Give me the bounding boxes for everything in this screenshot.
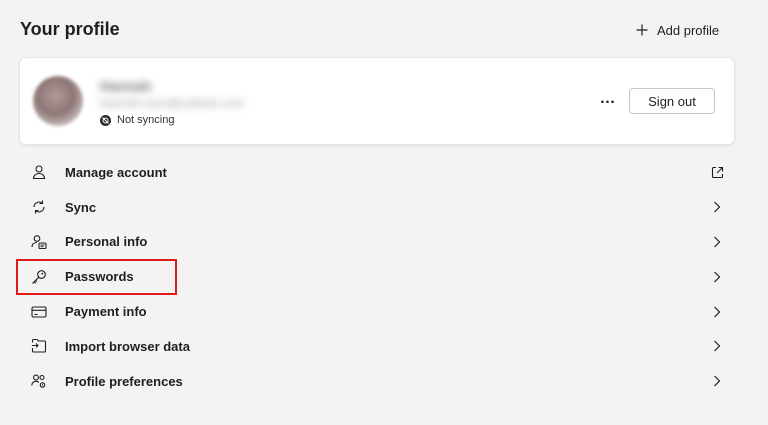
sync-status-label: Not syncing bbox=[117, 114, 175, 126]
menu-item-label: Profile preferences bbox=[65, 373, 183, 389]
external-link-icon bbox=[710, 165, 724, 179]
import-icon bbox=[30, 337, 48, 355]
menu-item-label: Sync bbox=[65, 199, 97, 215]
chevron-right-icon bbox=[710, 374, 724, 388]
chevron-right-icon bbox=[710, 339, 724, 353]
avatar bbox=[33, 76, 83, 126]
chevron-right-icon bbox=[710, 235, 724, 249]
menu-item-label: Passwords bbox=[65, 269, 134, 285]
menu-item-import-browser-data[interactable]: Import browser data bbox=[20, 329, 734, 364]
add-profile-label: Add profile bbox=[657, 22, 720, 38]
menu-item-passwords[interactable]: Passwords bbox=[20, 259, 734, 294]
menu-item-label: Import browser data bbox=[65, 338, 190, 354]
menu-item-personal-info[interactable]: Personal info bbox=[20, 225, 734, 260]
plus-icon bbox=[636, 24, 648, 36]
sync-icon bbox=[30, 198, 48, 216]
menu-item-profile-preferences[interactable]: Profile preferences bbox=[20, 364, 734, 399]
key-icon bbox=[30, 268, 48, 286]
sync-off-icon bbox=[100, 114, 111, 126]
profile-name: Hannah bbox=[100, 78, 152, 94]
chevron-right-icon bbox=[710, 270, 724, 284]
credit-card-icon bbox=[30, 303, 48, 321]
menu-item-label: Personal info bbox=[65, 234, 148, 250]
sign-out-button[interactable]: Sign out bbox=[629, 88, 715, 114]
menu-item-manage-account[interactable]: Manage account bbox=[20, 155, 734, 190]
menu-item-payment-info[interactable]: Payment info bbox=[20, 294, 734, 329]
profile-menu: Manage account Sync Personal info Passwo… bbox=[20, 155, 734, 399]
profile-card: Hannah hannah.user@outlook.com Not synci… bbox=[20, 58, 734, 144]
more-options-button[interactable]: … bbox=[598, 89, 618, 109]
menu-item-label: Manage account bbox=[65, 164, 167, 180]
menu-item-sync[interactable]: Sync bbox=[20, 190, 734, 225]
profile-email: hannah.user@outlook.com bbox=[100, 96, 244, 110]
sync-status: Not syncing bbox=[100, 114, 174, 126]
chevron-right-icon bbox=[710, 200, 724, 214]
person-icon bbox=[30, 163, 48, 181]
chevron-right-icon bbox=[710, 305, 724, 319]
menu-item-label: Payment info bbox=[65, 304, 147, 320]
personal-info-icon bbox=[30, 233, 48, 251]
people-settings-icon bbox=[30, 372, 48, 390]
add-profile-button[interactable]: Add profile bbox=[636, 19, 719, 41]
page-title: Your profile bbox=[20, 19, 120, 39]
